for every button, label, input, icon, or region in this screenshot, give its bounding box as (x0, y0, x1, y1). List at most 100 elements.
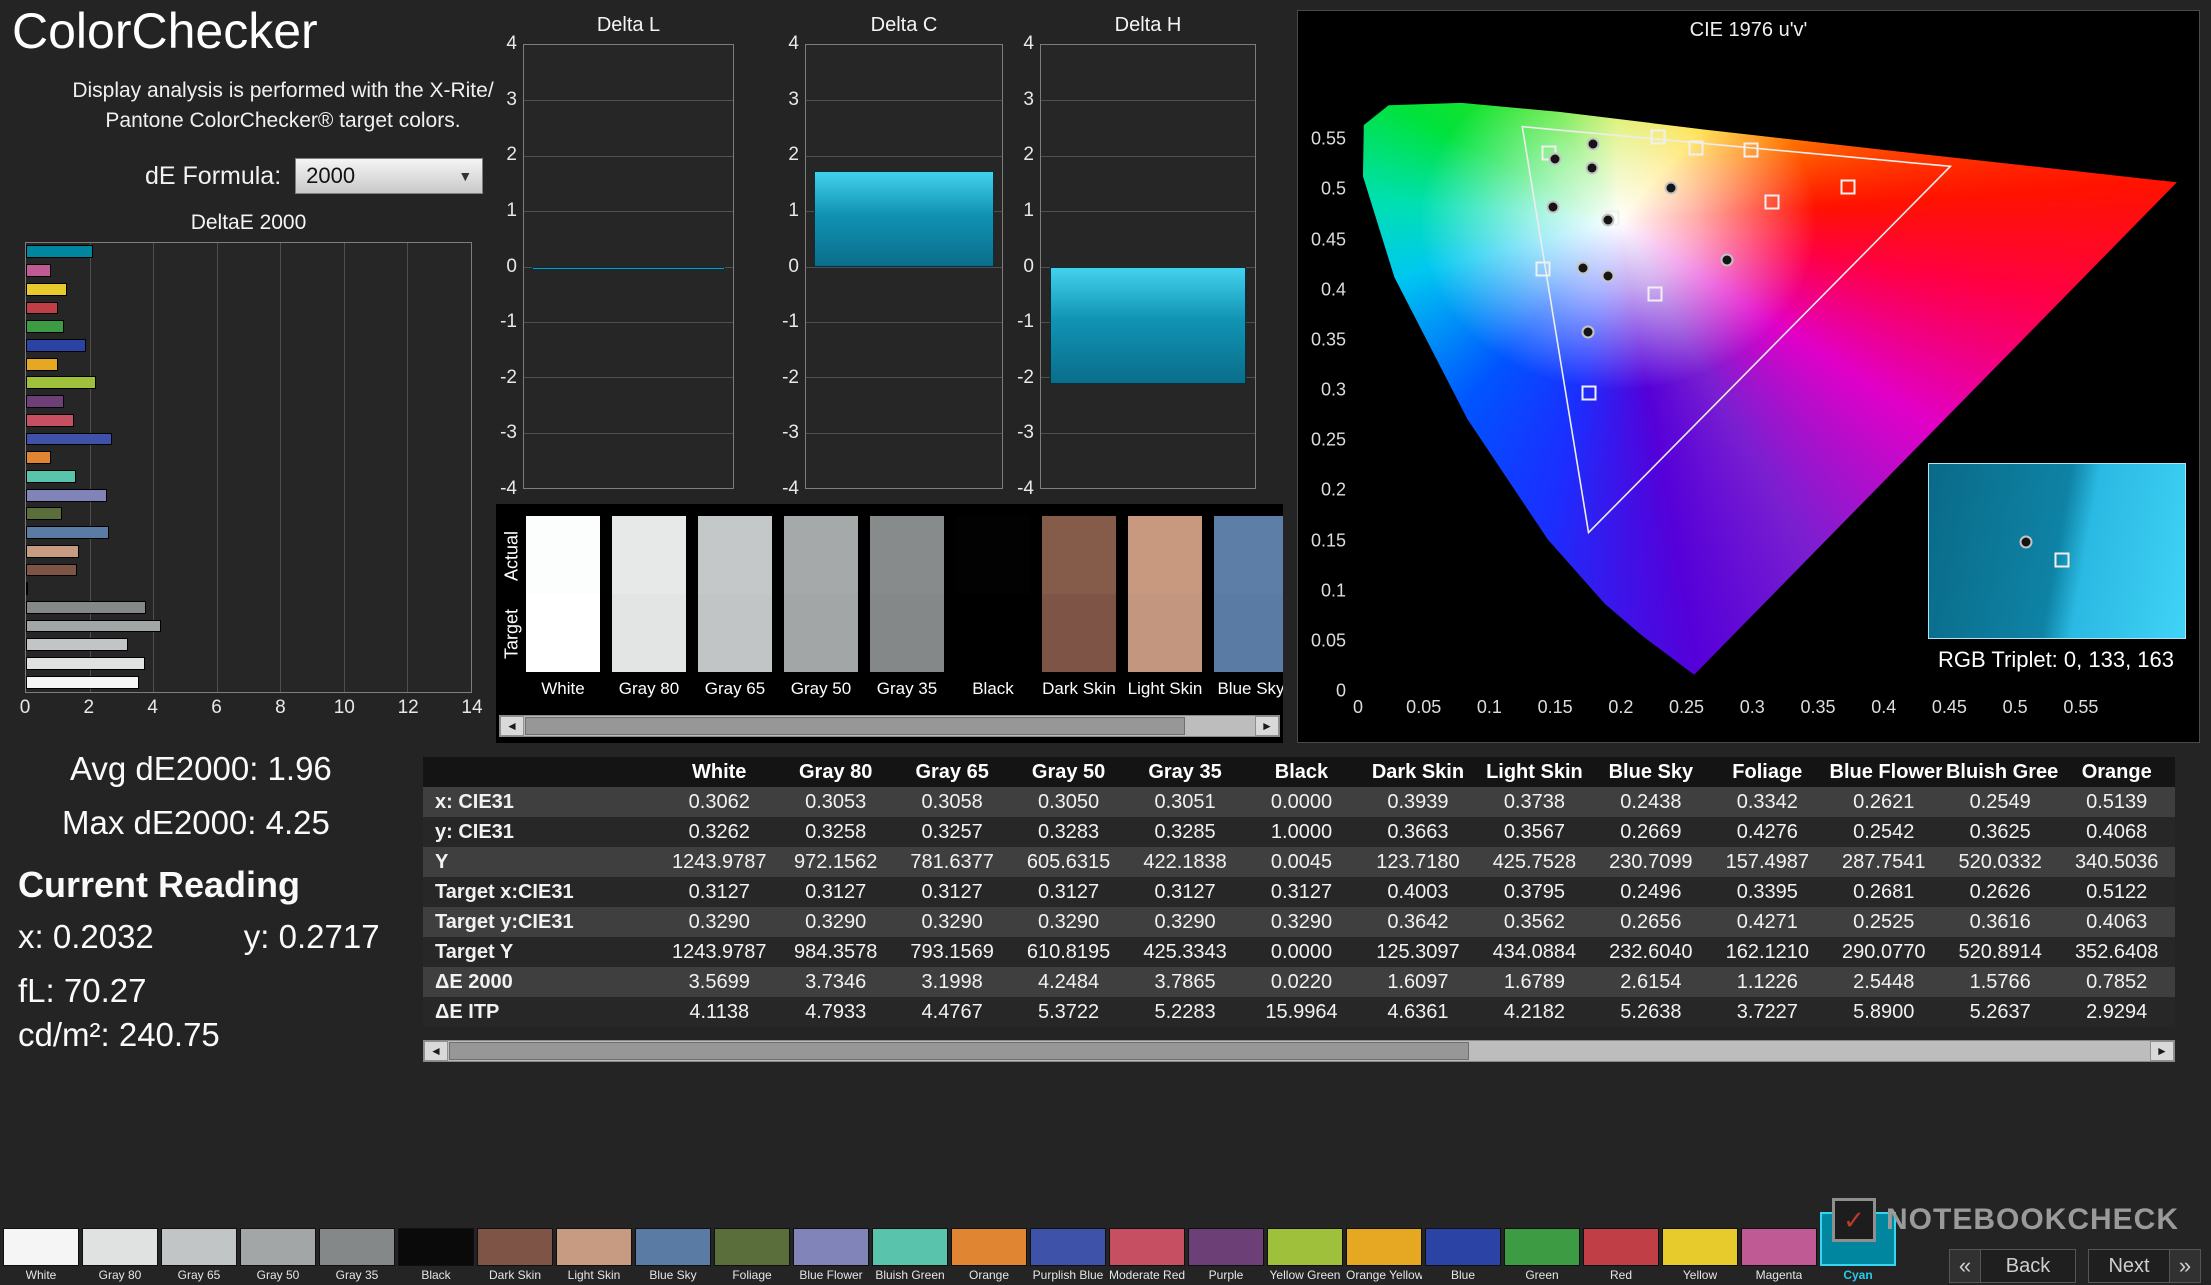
palette-swatch-purple[interactable]: Purple (1188, 1228, 1264, 1282)
palette-swatch-moderate-red[interactable]: Moderate Red (1109, 1228, 1185, 1282)
palette-swatch-yellow-green[interactable]: Yellow Green (1267, 1228, 1343, 1282)
cie-target-marker (1650, 129, 1666, 145)
cie-measured-marker (1720, 253, 1734, 267)
palette-swatch-dark-skin[interactable]: Dark Skin (477, 1228, 553, 1282)
palette-swatch-green[interactable]: Green (1504, 1228, 1580, 1282)
table-horizontal-scrollbar[interactable]: ◄ ► (423, 1040, 2175, 1062)
axis-tick-label: 2 (1023, 144, 1034, 166)
table-cell: 0.4276 (1709, 817, 1826, 847)
table-cell: 425.3343 (1126, 937, 1244, 967)
table-row: y: CIE31 0.3262 0.3258 0.3257 0.3283 0.3285 1.… (423, 817, 2175, 847)
swatch-color (1030, 1228, 1106, 1266)
palette-swatch-foliage[interactable]: Foliage (714, 1228, 790, 1282)
table-cell: 4.6361 (1359, 997, 1477, 1027)
swatch-color (1741, 1228, 1817, 1266)
table-cell: 0.3062 (661, 787, 778, 817)
chevron-down-icon: ▼ (458, 168, 473, 184)
swatch-color (240, 1228, 316, 1266)
table-cell: 15.9964 (1243, 997, 1360, 1027)
table-cell: 0.5139 (2058, 787, 2175, 817)
back-button[interactable]: « Back (1949, 1249, 2076, 1283)
delta-h-bar (1049, 266, 1247, 384)
de-formula-dropdown[interactable]: 2000 ▼ (295, 158, 484, 194)
next-button[interactable]: Next » (2088, 1249, 2201, 1283)
palette-swatch-white[interactable]: White (3, 1228, 79, 1282)
current-reading-heading: Current Reading (18, 864, 301, 905)
axis-tick-label: 12 (397, 697, 419, 718)
palette-swatch-yellow[interactable]: Yellow (1662, 1228, 1738, 1282)
swatch-label: White (25, 1268, 57, 1282)
axis-tick-label: -4 (1017, 478, 1034, 499)
table-cell: 230.7099 (1592, 847, 1710, 877)
scroll-thumb[interactable] (525, 717, 1185, 735)
patch-label: Gray 35 (876, 679, 938, 698)
table-cell: 0.2626 (1941, 877, 2059, 907)
axis-tick-label: -1 (500, 311, 517, 333)
table-cell: 0.3290 (893, 907, 1011, 937)
patch-label: Light Skin (1127, 679, 1203, 698)
table-row-label: Target y:CIE31 (423, 907, 661, 937)
palette-swatch-magenta[interactable]: Magenta (1741, 1228, 1817, 1282)
strip-patch-dark-skin: Dark Skin (1042, 516, 1116, 699)
palette-swatch-purplish-blue[interactable]: Purplish Blue (1030, 1228, 1106, 1282)
palette-swatch-black[interactable]: Black (398, 1228, 474, 1282)
palette-swatch-blue[interactable]: Blue (1425, 1228, 1501, 1282)
table-cell: 4.2182 (1476, 997, 1593, 1027)
gridline (524, 100, 733, 102)
axis-tick-label: 0 (788, 255, 799, 277)
palette-swatch-light-skin[interactable]: Light Skin (556, 1228, 632, 1282)
table-cell: 0.3290 (1126, 907, 1244, 937)
palette-swatch-gray-50[interactable]: Gray 50 (240, 1228, 316, 1282)
scroll-thumb[interactable] (449, 1042, 1469, 1060)
palette-swatch-bluish-green[interactable]: Bluish Green (872, 1228, 948, 1282)
strip-patches: White Gray 80 Gray 65 Gray 50 Gray 35 Black Da… (526, 516, 1283, 699)
axis-tick-label: 0 (506, 255, 517, 277)
axis-tick-label: 0.4 (1320, 279, 1346, 300)
axis-tick-label: 0.2 (1608, 697, 1634, 717)
table-cell: 2.9294 (2058, 997, 2175, 1027)
deltae-bar-white (26, 675, 140, 689)
palette-swatch-red[interactable]: Red (1583, 1228, 1659, 1282)
strip-horizontal-scrollbar[interactable]: ◄ ► (499, 715, 1280, 737)
palette-swatch-orange-yellow[interactable]: Orange Yellow (1346, 1228, 1422, 1282)
palette-swatch-gray-35[interactable]: Gray 35 (319, 1228, 395, 1282)
table-column-header: Blue Sky (1592, 757, 1710, 787)
gridline (407, 243, 409, 692)
axis-tick-label: 0.35 (1310, 329, 1346, 350)
gridline (1041, 100, 1255, 102)
axis-tick-label: 0.4 (1871, 697, 1897, 717)
axis-tick-label: 0.1 (1320, 580, 1346, 601)
scroll-right-button[interactable]: ► (1255, 716, 1279, 736)
table-cell: 4.4767 (893, 997, 1011, 1027)
patch-label: Dark Skin (1042, 679, 1116, 698)
scroll-right-button[interactable]: ► (2150, 1041, 2174, 1061)
gridline (806, 155, 1002, 157)
swatch-label: Gray 35 (335, 1268, 379, 1282)
cie-target-marker (1581, 385, 1597, 401)
swatch-label: Black (421, 1268, 451, 1282)
palette-swatch-blue-flower[interactable]: Blue Flower (793, 1228, 869, 1282)
strip-patch-light-skin: Light Skin (1128, 516, 1202, 699)
cie-measured-marker (1546, 200, 1559, 214)
current-fl: fL: 70.27 (18, 972, 147, 1009)
deltae-bar-purplish-blue (26, 432, 112, 446)
patch-swatch (1042, 516, 1116, 672)
strip-patch-blue-sky: Blue Sky (1214, 516, 1283, 699)
table-cell: 0.3567 (1476, 817, 1593, 847)
palette-swatch-gray-80[interactable]: Gray 80 (82, 1228, 158, 1282)
swatch-color (1346, 1228, 1422, 1266)
palette-swatch-gray-65[interactable]: Gray 65 (161, 1228, 237, 1282)
patch-label: Gray 80 (618, 679, 680, 698)
palette-swatch-orange[interactable]: Orange (951, 1228, 1027, 1282)
table-cell: 0.3642 (1359, 907, 1477, 937)
table-cell: 520.8914 (1941, 937, 2059, 967)
table-cell: 290.0770 (1825, 937, 1942, 967)
scroll-left-button[interactable]: ◄ (500, 716, 524, 736)
patch-swatch (1214, 516, 1283, 672)
palette-swatch-blue-sky[interactable]: Blue Sky (635, 1228, 711, 1282)
scroll-left-button[interactable]: ◄ (424, 1041, 448, 1061)
table-cell: 3.7865 (1126, 967, 1244, 997)
table-cell: 0.2621 (1825, 787, 1942, 817)
cie-measured-marker (1664, 181, 1678, 195)
swatch-label: Magenta (1755, 1268, 1803, 1282)
